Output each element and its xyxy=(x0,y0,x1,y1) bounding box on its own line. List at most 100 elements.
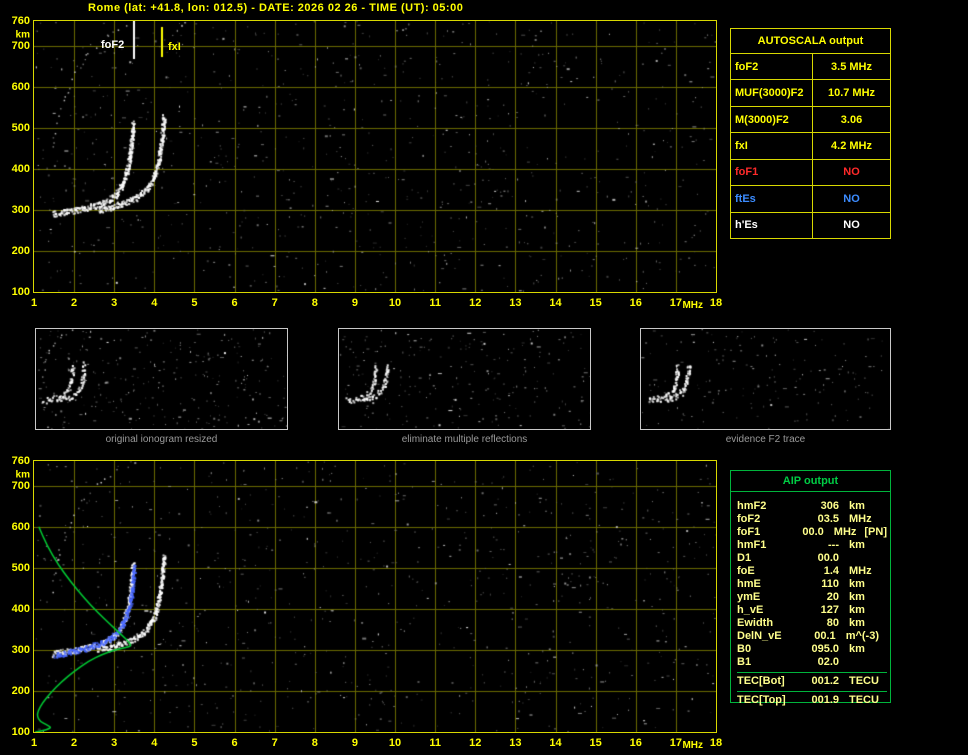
x-tick-label: 7 xyxy=(271,297,278,309)
thumbnail-original-canvas xyxy=(36,329,287,429)
x-tick-label: 10 xyxy=(388,737,402,749)
y-tick-label: 300 xyxy=(11,203,30,216)
aip-row-unit: km xyxy=(849,617,865,629)
y-tick-label: 200 xyxy=(11,684,30,697)
x-tick-label: 2 xyxy=(71,737,78,749)
aip-row-value: 127 xyxy=(820,604,839,616)
aip-row: TEC[Top] 001.9 TECU xyxy=(737,694,887,707)
aip-row-unit: m^(-3) xyxy=(845,630,879,642)
autoscala-row-value: NO xyxy=(843,192,860,205)
autoscala-row-value: 3.06 xyxy=(840,113,863,126)
aip-row-unit: km xyxy=(849,591,865,603)
y-tick-label: 700 xyxy=(11,479,30,492)
autoscala-row-value: 10.7 MHz xyxy=(827,87,876,100)
aip-row: foF1 00.0 MHz [PN] xyxy=(737,526,887,539)
aip-row: Ewidth 80 km xyxy=(737,617,887,630)
aip-row-value: 001.9 xyxy=(811,694,839,706)
autoscala-row-label: foF1 xyxy=(731,159,813,186)
aip-row-name: foE xyxy=(737,565,755,577)
aip-row-value: 306 xyxy=(820,500,839,512)
aip-row-value: 80 xyxy=(826,617,839,629)
x-tick-label: 14 xyxy=(549,297,562,309)
y-tick-label: 100 xyxy=(11,726,30,738)
autoscala-row-label: MUF(3000)F2 xyxy=(731,80,813,106)
x-tick-label: 13 xyxy=(509,297,522,309)
autoscala-row: ftEs NO xyxy=(731,186,890,213)
y-axis-labels-top: 760 km 700 600 500 400 300 200 100 xyxy=(2,15,30,298)
thumbnail-evidence-f2 xyxy=(640,328,891,430)
aip-row-unit: km xyxy=(849,643,865,655)
aip-row: B0 095.0 km xyxy=(737,643,887,656)
aip-row-value: 001.2 xyxy=(811,675,839,687)
aip-row-name: B0 xyxy=(737,643,752,655)
y-tick-label: 500 xyxy=(11,121,30,134)
aip-row-unit: km xyxy=(849,604,865,616)
x-tick-label: 12 xyxy=(469,297,482,309)
thumbnail-original-ionogram xyxy=(35,328,288,430)
aip-row: TEC[Bot] 001.2 TECU xyxy=(737,675,887,688)
y-axis-labels-bottom: 760 km 700 600 500 400 300 200 100 xyxy=(2,455,30,738)
aip-row-name: D1 xyxy=(737,552,752,564)
aip-row-extra: [PN] xyxy=(864,526,887,538)
aip-row: DelN_vE 00.1 m^(-3) xyxy=(737,630,887,643)
aip-row-name: TEC[Bot] xyxy=(737,675,785,687)
thumbnail-eliminate-canvas xyxy=(339,329,590,429)
x-tick-label: 9 xyxy=(351,737,358,749)
autoscala-row-value: 4.2 MHz xyxy=(831,139,872,152)
aip-row-name: TEC[Top] xyxy=(737,694,786,706)
x-axis-unit-label: MHz xyxy=(682,300,703,311)
x-tick-label: 18 xyxy=(709,297,723,309)
aip-row-name: B1 xyxy=(737,656,752,668)
aip-row-name: Ewidth xyxy=(737,617,774,629)
aip-row-name: h_vE xyxy=(737,604,764,616)
aip-row-name: hmF2 xyxy=(737,500,767,512)
aip-row-name: DelN_vE xyxy=(737,630,782,642)
autoscala-output-table: AUTOSCALA output foF2 3.5 MHz MUF(3000)F2 1… xyxy=(730,28,891,239)
aip-row: hmF1 --- km xyxy=(737,539,887,552)
y-tick-label: 700 xyxy=(11,39,30,52)
aip-row-value: 03.5 xyxy=(817,513,839,525)
aip-row: D1 00.0 xyxy=(737,552,887,565)
autoscala-table-title: AUTOSCALA output xyxy=(731,29,890,54)
autoscala-row: M(3000)F2 3.06 xyxy=(731,106,890,134)
x-tick-label: 14 xyxy=(549,737,562,749)
aip-row-value: 20 xyxy=(826,591,839,603)
aip-row-value: 095.0 xyxy=(811,643,839,655)
x-tick-label: 3 xyxy=(111,737,118,749)
x-tick-label: 18 xyxy=(709,737,723,749)
autoscala-row-label: M(3000)F2 xyxy=(731,106,813,133)
y-tick-label: 500 xyxy=(11,561,30,574)
autoscala-table-rows: foF2 3.5 MHz MUF(3000)F2 10.7 MHz M(3000)F2 3… xyxy=(731,54,890,238)
aip-row-value: --- xyxy=(828,539,839,551)
autoscala-row-label: foF2 xyxy=(731,54,813,80)
aip-row-unit: MHz xyxy=(849,565,872,577)
autoscala-row: foF1 NO xyxy=(731,159,890,187)
thumbnail-eliminate-reflections xyxy=(338,328,591,430)
x-tick-label: 15 xyxy=(589,297,602,309)
aip-row: h_vE 127 km xyxy=(737,604,887,617)
y-tick-label: 600 xyxy=(11,80,30,93)
x-tick-label: 12 xyxy=(469,737,482,749)
x-tick-label: 7 xyxy=(271,737,278,749)
aip-table-rows: hmF2 306 km foF2 03.5 MHz foF1 00.0 MHz [PN] hmF1-… xyxy=(731,492,890,707)
x-tick-label: 1 xyxy=(30,297,38,309)
aip-row-value: 00.1 xyxy=(814,630,836,642)
x-tick-label: 6 xyxy=(231,737,238,749)
fxI-marker-label: fxI xyxy=(168,41,181,53)
x-tick-label: 11 xyxy=(429,737,441,749)
autoscala-row: MUF(3000)F2 10.7 MHz xyxy=(731,80,890,107)
aip-row-value: 02.0 xyxy=(817,656,839,668)
x-tick-label: 6 xyxy=(231,297,238,309)
ionogram-profile-canvas xyxy=(34,461,716,732)
x-tick-label: 16 xyxy=(629,737,642,749)
x-tick-label: 5 xyxy=(191,297,198,309)
x-tick-label: 17 xyxy=(669,297,682,309)
aip-row-value: 00.0 xyxy=(802,526,824,538)
ionogram-main-canvas xyxy=(34,21,716,292)
aip-row-name: hmF1 xyxy=(737,539,767,551)
x-tick-label: 15 xyxy=(589,737,602,749)
aip-tec-separator xyxy=(737,672,887,673)
aip-row: hmF2 306 km xyxy=(737,500,887,513)
x-tick-label: 9 xyxy=(351,297,358,309)
aip-row-value: 1.4 xyxy=(823,565,839,577)
